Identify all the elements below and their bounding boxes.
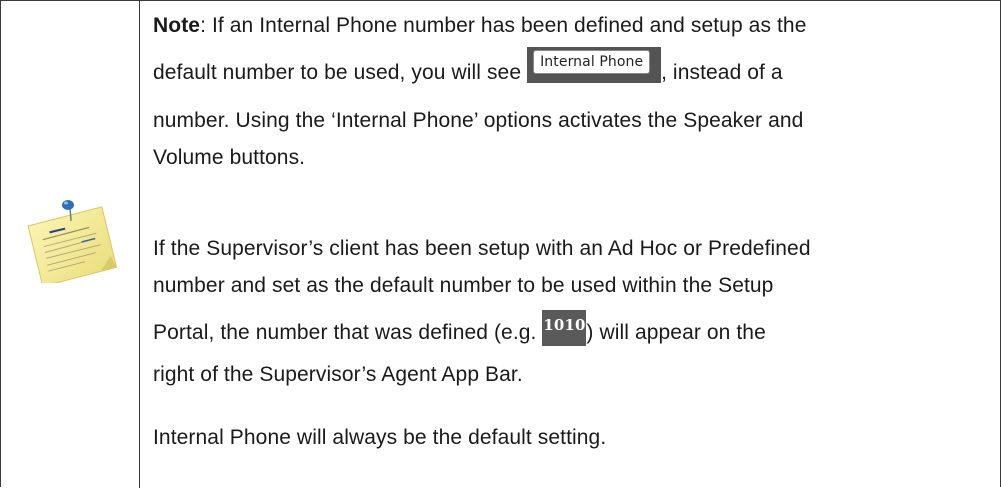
note-text: right of the Supervisor’s Agent App Bar. [153, 363, 523, 386]
note-text: Internal Phone will always be the defaul… [153, 426, 607, 449]
icon-cell [1, 1, 139, 488]
note-line: Note: If an Internal Phone number has be… [153, 7, 993, 44]
note-line: Portal, the number that was defined (e.g… [153, 304, 993, 356]
note-text: default number to be used, you will see [153, 61, 528, 84]
note-line: Volume buttons. [153, 139, 993, 176]
note-text: : If an Internal Phone number has been d… [200, 14, 807, 37]
note-line: If the Supervisor’s client has been setu… [153, 230, 993, 267]
note-label: Note [153, 14, 201, 37]
note-line: right of the Supervisor’s Agent App Bar. [153, 356, 993, 393]
note-text: If the Supervisor’s client has been setu… [153, 237, 811, 260]
note-paragraph-internal-phone: Note: If an Internal Phone number has be… [153, 7, 993, 176]
note-text: Volume buttons. [153, 146, 306, 169]
note-line: Internal Phone will always be the defaul… [153, 419, 993, 456]
internal-phone-button-image: Internal Phone [527, 47, 662, 83]
note-text: , instead of a [661, 61, 783, 84]
note-line: number. Using the ‘Internal Phone’ optio… [153, 102, 993, 139]
column-divider [139, 1, 140, 488]
note-text: Portal, the number that was defined (e.g… [153, 321, 543, 344]
note-line: number and set as the default number to … [153, 267, 993, 304]
note-paragraph-ad-hoc: If the Supervisor’s client has been setu… [153, 230, 993, 393]
internal-phone-button-label: Internal Phone [533, 50, 651, 74]
note-table: Note: If an Internal Phone number has be… [0, 0, 1001, 488]
example-number-badge: 1010 [542, 310, 587, 346]
sticky-note-icon [27, 200, 118, 283]
note-text: number and set as the default number to … [153, 274, 774, 297]
note-paragraph-default: Internal Phone will always be the defaul… [153, 419, 993, 456]
note-text: ) will appear on the [586, 321, 766, 344]
note-text: number. Using the ‘Internal Phone’ optio… [153, 109, 804, 132]
note-line: default number to be used, you will see … [153, 44, 993, 102]
